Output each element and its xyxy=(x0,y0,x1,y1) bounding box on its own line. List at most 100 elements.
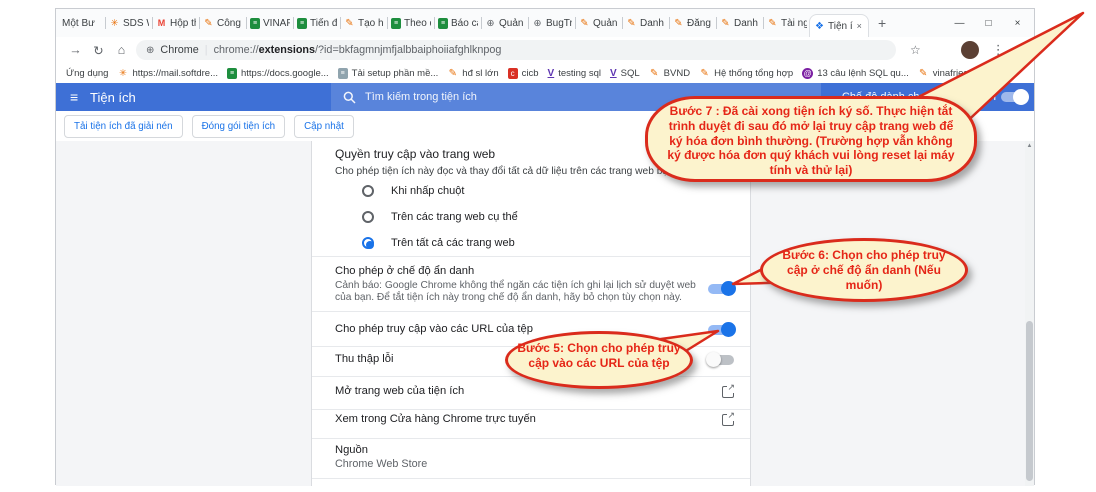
tab-separator xyxy=(434,17,435,29)
tab-label: Theo dõ xyxy=(404,18,431,29)
incognito-toggle[interactable] xyxy=(708,284,734,294)
tab-label: Tiện í xyxy=(828,21,853,32)
hamburger-menu-icon[interactable]: ≡ xyxy=(70,89,78,105)
external-link-icon[interactable]: ↗ xyxy=(722,414,734,426)
tab[interactable]: ✎Tài ngu xyxy=(765,9,809,37)
url-host: extensions xyxy=(259,44,315,56)
external-link-icon[interactable]: ↗ xyxy=(722,386,734,398)
radio-option-specific-sites[interactable]: Trên các trang web cụ thể xyxy=(362,211,518,223)
close-button[interactable]: × xyxy=(1003,18,1032,29)
avatar[interactable] xyxy=(961,41,979,59)
minimize-button[interactable]: — xyxy=(945,18,974,29)
invoice-icon: ✎ xyxy=(699,68,710,79)
extensions-detail-content: Quyền truy cập vào trang web Cho phép ti… xyxy=(56,141,1034,486)
tab-separator xyxy=(763,17,764,29)
bookmark-label: Tải setup phần mề... xyxy=(352,68,439,79)
bookmark[interactable]: ✳https://mail.softdre... xyxy=(117,68,218,79)
pack-extension-button[interactable]: Đóng gói tiện ích xyxy=(192,115,286,138)
divider xyxy=(312,438,750,439)
view-in-store-link[interactable]: Xem trong Cửa hàng Chrome trực tuyến xyxy=(335,413,536,425)
menu-dots-icon[interactable]: ⋮ xyxy=(992,42,1005,58)
tab-separator xyxy=(293,17,294,29)
tab[interactable]: Một Bư xyxy=(60,9,104,37)
file-urls-title: Cho phép truy cập vào các URL của tệp xyxy=(335,323,533,335)
bookmark[interactable]: ≡https://docs.google... xyxy=(227,68,329,79)
tab-separator xyxy=(622,17,623,29)
tab[interactable]: MHộp thư xyxy=(154,9,198,37)
tab-label: Công ty xyxy=(217,18,243,29)
tab[interactable]: ✎Danh sá xyxy=(718,9,762,37)
address-bar[interactable]: ⊕ Chrome | chrome://extensions/?id=bkfag… xyxy=(136,40,896,60)
bookmark-apps[interactable]: Ứng dụng xyxy=(66,68,108,79)
error-collection-toggle[interactable] xyxy=(708,355,734,365)
tab-extensions-active[interactable]: ❖ Tiện í × xyxy=(809,14,869,37)
tab-separator xyxy=(246,17,247,29)
tab[interactable]: ≡Theo dõ xyxy=(389,9,433,37)
bookmark[interactable]: ✎vinafriegth xyxy=(918,68,977,79)
bookmark-label: vinafriegth xyxy=(933,68,977,79)
bookmark-label: BVND xyxy=(664,68,690,79)
scrollbar[interactable]: ▲ xyxy=(1025,141,1034,486)
bookmark[interactable]: VSQL xyxy=(610,68,640,79)
dev-mode-toggle[interactable] xyxy=(1001,92,1027,102)
site-info-icon[interactable]: ⊕ xyxy=(146,45,154,56)
invoice-icon: ✎ xyxy=(767,18,778,29)
scroll-up-icon[interactable]: ▲ xyxy=(1025,143,1034,149)
divider xyxy=(312,311,750,312)
forward-icon[interactable]: → xyxy=(64,43,87,57)
tab-separator xyxy=(716,17,717,29)
reload-icon[interactable]: ↻ xyxy=(87,43,110,58)
file-icon: ≡ xyxy=(338,68,348,79)
toggle-knob xyxy=(1013,89,1029,105)
tab[interactable]: ≡Báo cáo xyxy=(436,9,480,37)
invoice-icon: ✎ xyxy=(203,18,214,29)
bookmark[interactable]: ✎BVND xyxy=(649,68,690,79)
tab-label: Danh sá xyxy=(640,18,666,29)
tab[interactable]: ✎Tạo hóa xyxy=(342,9,386,37)
bookmark-star-icon[interactable]: ☆ xyxy=(910,43,921,57)
radio-label: Trên các trang web cụ thể xyxy=(391,211,518,223)
bookmark[interactable]: ✎hđ sl lớn xyxy=(447,68,498,79)
radio-selected-icon[interactable] xyxy=(362,237,374,249)
tab-label: Báo cáo xyxy=(451,18,478,29)
bookmark[interactable]: Vtesting sql xyxy=(548,68,601,79)
tab[interactable]: ✎Đăng nh xyxy=(671,9,715,37)
invoice-icon: ✎ xyxy=(626,18,637,29)
bookmark[interactable]: ≡ Tải setup phần mề... xyxy=(338,68,439,79)
tab[interactable]: ✎Danh sá xyxy=(624,9,668,37)
tab-label: Danh sá xyxy=(734,18,760,29)
invoice-icon: ✎ xyxy=(579,18,590,29)
bookmark[interactable]: ✎Hệ thống tổng hợp xyxy=(699,68,793,79)
tab-separator xyxy=(340,17,341,29)
tab[interactable]: ⊕Quản lý xyxy=(483,9,527,37)
update-button[interactable]: Cập nhật xyxy=(294,115,354,138)
tab-close-icon[interactable]: × xyxy=(857,21,862,31)
tab[interactable]: ✎Công ty xyxy=(201,9,245,37)
source-value: Chrome Web Store xyxy=(335,458,427,470)
radio-icon[interactable] xyxy=(362,211,374,223)
maximize-button[interactable]: □ xyxy=(974,18,1003,29)
home-icon[interactable]: ⌂ xyxy=(110,43,133,57)
tab[interactable]: ≡VINAFR xyxy=(248,9,292,37)
bookmark[interactable]: @13 câu lệnh SQL qu... xyxy=(802,68,909,79)
tab[interactable]: ≡Tiến độ xyxy=(295,9,339,37)
tab[interactable]: ⊕BugTrac xyxy=(530,9,574,37)
bookmark[interactable]: ccicb xyxy=(508,68,539,79)
radio-option-on-click[interactable]: Khi nhấp chuột xyxy=(362,185,464,197)
url-path: /?id=bkfagmnjmfjalbbaiphoiiafghlknpog xyxy=(315,44,501,56)
toggle-knob xyxy=(721,281,736,296)
radio-icon[interactable] xyxy=(362,185,374,197)
browser-toolbar: → ↻ ⌂ ⊕ Chrome | chrome://extensions/?id… xyxy=(56,37,1034,63)
tab[interactable]: ✎Quản lý xyxy=(577,9,621,37)
load-unpacked-button[interactable]: Tải tiện ích đã giải nén xyxy=(64,115,183,138)
new-tab-button[interactable]: + xyxy=(878,15,886,31)
open-extension-site-link[interactable]: Mở trang web của tiện ích xyxy=(335,385,464,397)
sheets-icon: ≡ xyxy=(227,68,237,79)
radio-option-all-sites[interactable]: Trên tất cả các trang web xyxy=(362,237,515,249)
tab[interactable]: ✳SDS We xyxy=(107,9,151,37)
radio-label: Khi nhấp chuột xyxy=(391,185,464,197)
v-icon: V xyxy=(548,68,555,79)
file-urls-toggle[interactable] xyxy=(708,325,734,335)
scrollbar-thumb[interactable] xyxy=(1026,321,1033,481)
sheets-icon: ≡ xyxy=(250,18,260,29)
